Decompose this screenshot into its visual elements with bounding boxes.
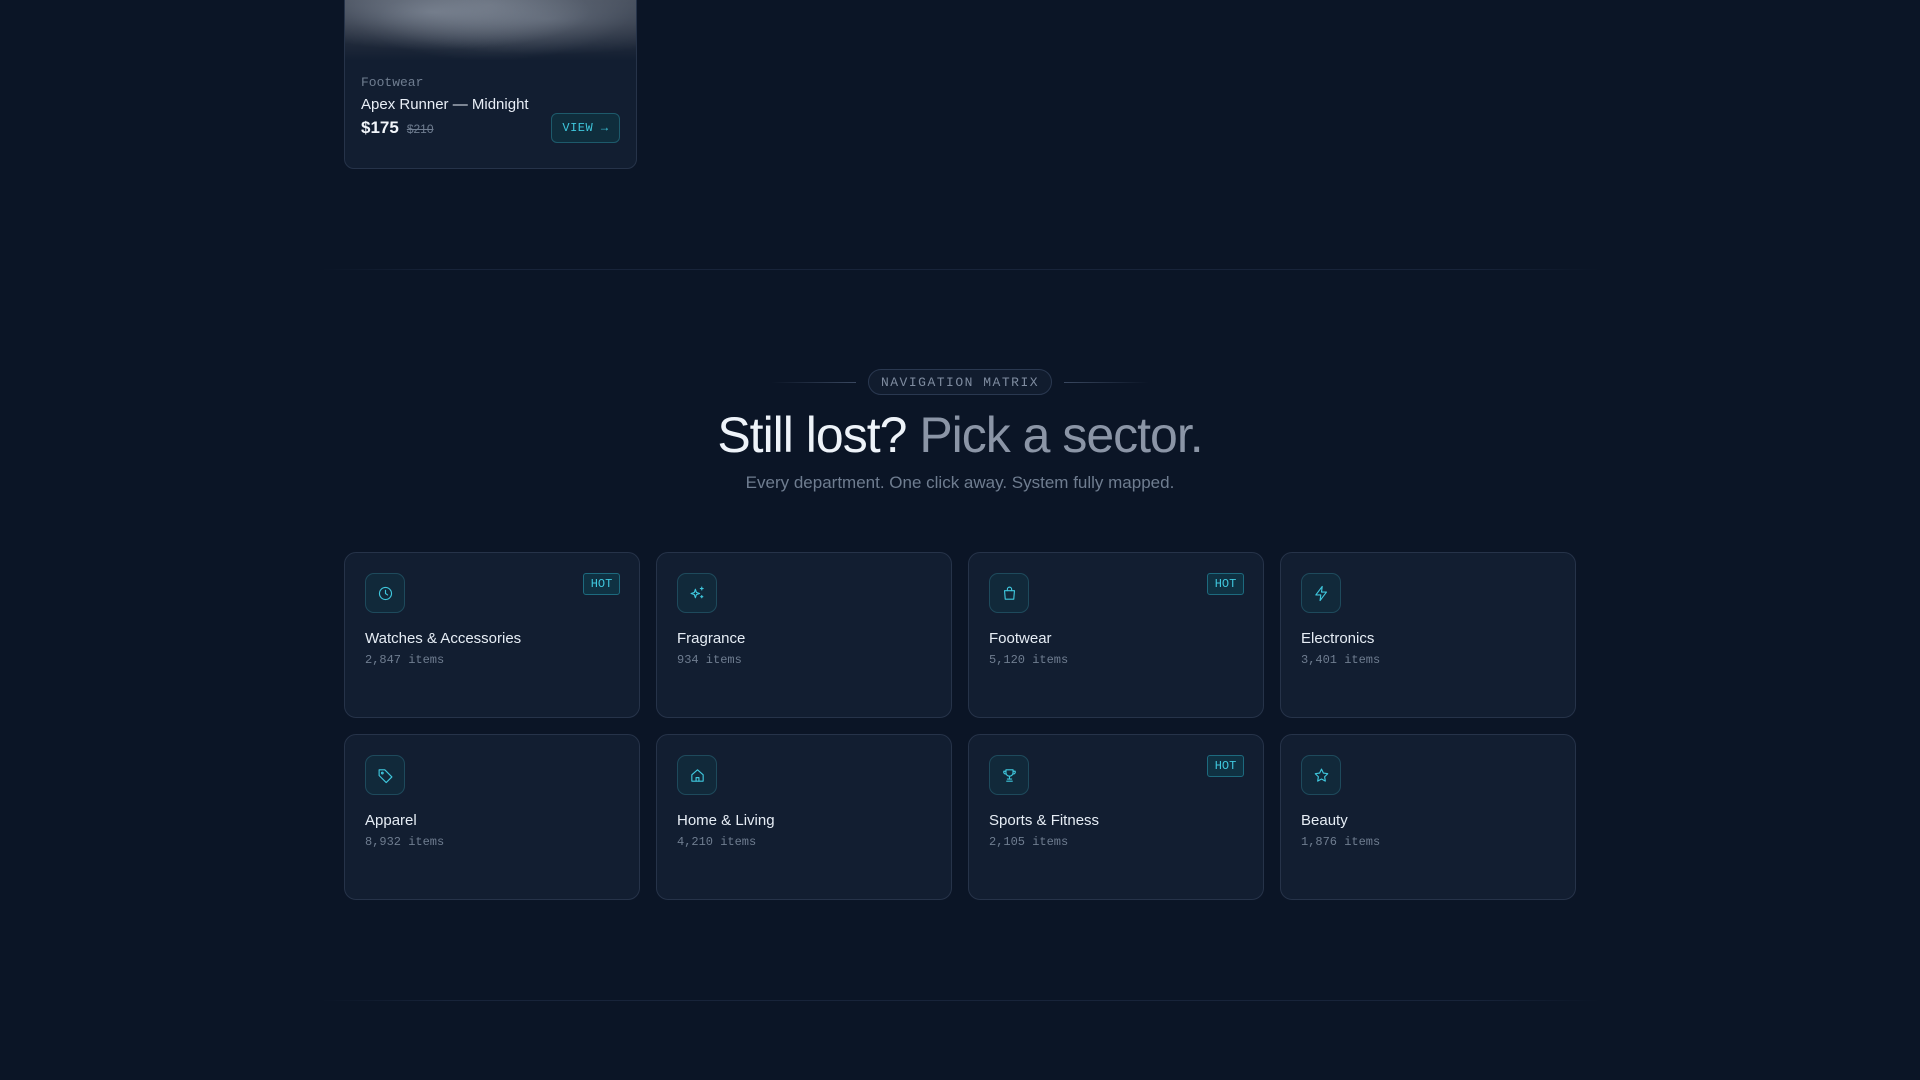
category-name: Apparel [365, 812, 417, 829]
eyebrow-line-left [770, 381, 856, 383]
clock-icon [365, 573, 405, 613]
category-card-fragrance[interactable]: Fragrance 934 items [656, 552, 952, 718]
product-image[interactable] [345, 0, 636, 61]
eyebrow-row: NAVIGATION MATRIX [0, 369, 1920, 395]
category-card-footwear[interactable]: HOT Footwear 5,120 items [968, 552, 1264, 718]
category-grid: HOT Watches & Accessories 2,847 items Fr… [344, 552, 1576, 900]
category-name: Sports & Fitness [989, 812, 1100, 829]
hot-badge: HOT [583, 573, 620, 595]
product-price: $175 [361, 118, 399, 137]
category-count: 5,120 items [989, 653, 1069, 667]
star-icon [1301, 755, 1341, 795]
category-name: Footwear [989, 630, 1052, 647]
eyebrow-line-right [1064, 381, 1150, 383]
category-card-home-living[interactable]: Home & Living 4,210 items [656, 734, 952, 900]
category-count: 934 items [677, 653, 742, 667]
category-card-apparel[interactable]: Apparel 8,932 items [344, 734, 640, 900]
home-icon [677, 755, 717, 795]
category-name: Home & Living [677, 812, 775, 829]
category-count: 4,210 items [677, 835, 757, 849]
product-old-price: $210 [406, 122, 434, 136]
hot-badge: HOT [1207, 755, 1244, 777]
price-row: $175 $210 [361, 118, 434, 138]
lightning-icon [1301, 573, 1341, 613]
page: Footwear Apex Runner — Midnight $175 $21… [0, 0, 1920, 1080]
category-card-beauty[interactable]: Beauty 1,876 items [1280, 734, 1576, 900]
headline-muted: Pick a sector. [919, 407, 1203, 463]
category-name: Fragrance [677, 630, 746, 647]
section-eyebrow: NAVIGATION MATRIX [867, 369, 1053, 395]
category-count: 3,401 items [1301, 653, 1381, 667]
category-card-electronics[interactable]: Electronics 3,401 items [1280, 552, 1576, 718]
product-card[interactable]: Footwear Apex Runner — Midnight $175 $21… [344, 0, 637, 169]
tag-icon [365, 755, 405, 795]
category-count: 8,932 items [365, 835, 445, 849]
section-headline: Still lost? Pick a sector. [0, 405, 1920, 465]
category-name: Beauty [1301, 812, 1348, 829]
trophy-icon [989, 755, 1029, 795]
sparkles-icon [677, 573, 717, 613]
category-card-watches[interactable]: HOT Watches & Accessories 2,847 items [344, 552, 640, 718]
view-product-button[interactable]: VIEW → [551, 113, 620, 143]
headline-strong: Still lost? [717, 407, 907, 463]
category-name: Watches & Accessories [365, 630, 522, 647]
category-count: 2,847 items [365, 653, 445, 667]
product-category: Footwear [361, 75, 424, 90]
section-divider [320, 269, 1600, 270]
product-name[interactable]: Apex Runner — Midnight [361, 96, 529, 113]
section-subtitle: Every department. One click away. System… [745, 473, 1175, 492]
category-card-sports-fitness[interactable]: HOT Sports & Fitness 2,105 items [968, 734, 1264, 900]
section-divider [320, 1000, 1600, 1001]
category-count: 2,105 items [989, 835, 1069, 849]
category-name: Electronics [1301, 630, 1375, 647]
hot-badge: HOT [1207, 573, 1244, 595]
category-count: 1,876 items [1301, 835, 1381, 849]
shopping-bag-icon [989, 573, 1029, 613]
